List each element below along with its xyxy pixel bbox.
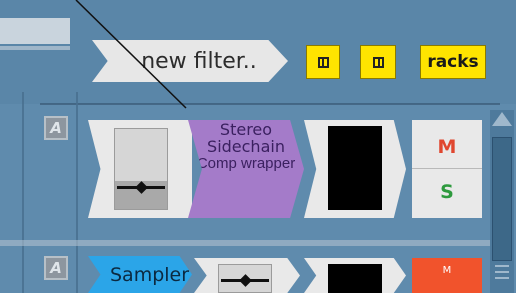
scroll-up-arrow-icon[interactable] xyxy=(492,112,512,126)
row-divider xyxy=(0,240,500,246)
volume-fader[interactable] xyxy=(218,264,272,293)
channel-letter: A xyxy=(50,259,62,277)
plugin-stereo-sidechain[interactable]: Stereo Sidechain Comp wrapper xyxy=(188,120,304,218)
fader-knob[interactable] xyxy=(239,274,252,287)
mute-label: M xyxy=(442,265,452,276)
mute-solo-panel: M S xyxy=(412,120,482,218)
scroll-grip-icon xyxy=(495,265,509,279)
channel-label: A xyxy=(44,116,68,140)
new-filter-label: new filter.. xyxy=(141,48,257,74)
plugin-title-line-2: Sidechain xyxy=(207,136,285,156)
new-filter-button[interactable]: new filter.. xyxy=(92,40,288,82)
volume-fader[interactable] xyxy=(114,128,168,210)
plugin-sampler-label: Sampler xyxy=(110,263,190,286)
channel-label: A xyxy=(44,256,68,280)
racks-label: racks xyxy=(427,52,479,72)
racks-button[interactable]: racks xyxy=(420,45,486,79)
right-panel-toggle-button[interactable] xyxy=(360,45,396,79)
mute-button[interactable]: M xyxy=(412,120,482,168)
top-left-block xyxy=(0,18,70,44)
plugin-display xyxy=(328,264,382,293)
panel-left-icon xyxy=(317,56,329,68)
mute-button-active[interactable]: M xyxy=(412,258,482,293)
toolbar-divider xyxy=(40,103,500,105)
channel-letter: A xyxy=(50,119,62,137)
scrollbar-thumb[interactable] xyxy=(492,137,512,261)
column-divider xyxy=(76,92,78,293)
plugin-sampler[interactable]: Sampler xyxy=(88,256,192,293)
column-divider xyxy=(22,92,24,293)
plugin-title-line-3: Comp wrapper xyxy=(196,154,296,172)
top-left-divider xyxy=(0,46,70,50)
panel-right-icon xyxy=(372,56,384,68)
plugin-display xyxy=(328,126,382,210)
solo-button[interactable]: S xyxy=(412,169,482,203)
left-panel-toggle-button[interactable] xyxy=(306,45,340,79)
